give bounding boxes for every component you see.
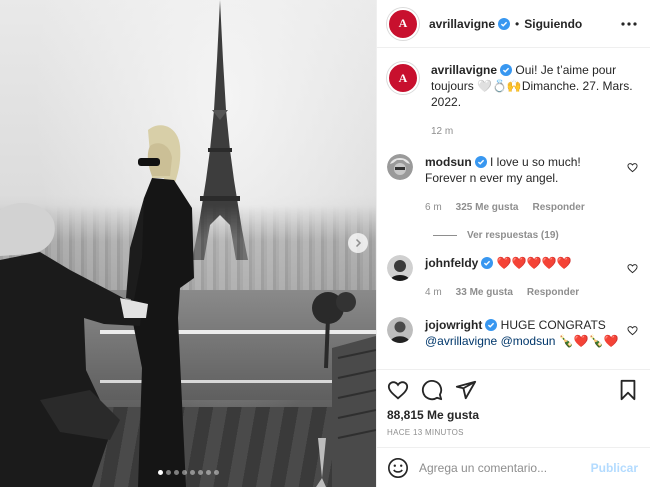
verified-badge-icon xyxy=(485,319,498,331)
reply-button[interactable]: Responder xyxy=(527,285,579,301)
comment-composer: Publicar xyxy=(377,447,650,487)
comment-like-icon[interactable] xyxy=(627,162,638,173)
verified-badge-icon xyxy=(498,17,511,30)
caption-author-avatar[interactable]: A xyxy=(387,62,419,94)
carousel-dot xyxy=(189,470,195,475)
post-time: HACE 13 MINUTOS xyxy=(387,428,464,437)
post-dialog: A avrillavigne • Siguiendo A avrillavign… xyxy=(0,0,650,487)
post-header: A avrillavigne • Siguiendo xyxy=(377,0,650,48)
replies-line xyxy=(433,235,457,236)
johnfeldy-avatar[interactable] xyxy=(387,255,413,281)
post-side-panel: A avrillavigne • Siguiendo A avrillavign… xyxy=(376,0,650,487)
view-replies-label: Ver respuestas (19) xyxy=(467,230,559,241)
comment-body: modsun I love u so much! Forever n ever … xyxy=(425,154,638,216)
view-replies-button[interactable]: Ver respuestas (19) xyxy=(433,230,638,241)
mention-link[interactable]: @modsun xyxy=(501,334,556,348)
caption-meta: 12 m xyxy=(431,124,638,140)
comment-likes[interactable]: 33 Me gusta xyxy=(456,285,513,301)
share-icon[interactable] xyxy=(455,379,477,401)
comment-item: jojowright HUGE CONGRATS @avrillavigne @… xyxy=(387,317,638,349)
comment-meta: 4 m 33 Me gusta Responder xyxy=(425,285,622,301)
post-photo[interactable] xyxy=(0,0,376,487)
verified-badge-icon xyxy=(500,64,513,76)
bookmark-icon[interactable] xyxy=(618,379,638,401)
carousel-dot xyxy=(173,470,179,475)
post-actions: 88,815 Me gusta HACE 13 MINUTOS xyxy=(377,369,650,447)
comment-username[interactable]: johnfeldy xyxy=(425,256,478,270)
avril-logo-icon: A xyxy=(398,16,408,30)
more-options-icon[interactable] xyxy=(620,21,638,27)
carousel-indicator xyxy=(0,470,376,475)
author-username[interactable]: avrillavigne xyxy=(429,17,495,31)
post-caption: A avrillavigne Oui! Je t’aime pour toujo… xyxy=(387,62,638,140)
comment-time[interactable]: 4 m xyxy=(425,285,442,301)
kneeling-man xyxy=(0,202,148,487)
comment-input[interactable] xyxy=(419,460,591,475)
caption-username[interactable]: avrillavigne xyxy=(431,63,497,77)
publish-button[interactable]: Publicar xyxy=(591,461,638,475)
verified-badge-icon xyxy=(481,257,494,269)
caption-time[interactable]: 12 m xyxy=(431,124,453,140)
comment-body: johnfeldy ❤️❤️❤️❤️❤️ 4 m 33 Me gusta Res… xyxy=(425,255,638,301)
chevron-right-icon xyxy=(355,238,362,248)
carousel-dot xyxy=(205,470,211,475)
author-info: avrillavigne • Siguiendo xyxy=(429,17,582,31)
follow-button[interactable]: Siguiendo xyxy=(524,17,582,31)
comment-body: jojowright HUGE CONGRATS @avrillavigne @… xyxy=(425,317,638,349)
potted-plant xyxy=(312,292,376,487)
caption-body: avrillavigne Oui! Je t’aime pour toujour… xyxy=(431,62,638,140)
modsun-avatar[interactable] xyxy=(387,154,413,180)
comment-text: HUGE CONGRATS xyxy=(500,318,606,332)
heart-icon[interactable] xyxy=(387,379,409,401)
next-photo-button[interactable] xyxy=(348,233,368,253)
carousel-dot xyxy=(213,470,219,475)
comment-text: ❤️❤️❤️❤️❤️ xyxy=(496,256,572,270)
avril-logo-icon: A xyxy=(398,70,408,85)
comment-likes[interactable]: 325 Me gusta xyxy=(456,200,519,216)
separator: • xyxy=(515,16,520,31)
comment-username[interactable]: jojowright xyxy=(425,318,482,332)
comment-item: modsun I love u so much! Forever n ever … xyxy=(387,154,638,216)
carousel-dot xyxy=(165,470,171,475)
likes-count[interactable]: 88,815 Me gusta xyxy=(387,408,638,422)
mention-link[interactable]: @avrillavigne xyxy=(425,334,497,348)
comment-time[interactable]: 6 m xyxy=(425,200,442,216)
comments-list[interactable]: A avrillavigne Oui! Je t’aime pour toujo… xyxy=(377,48,650,369)
comment-like-icon[interactable] xyxy=(627,263,638,274)
comment-item: johnfeldy ❤️❤️❤️❤️❤️ 4 m 33 Me gusta Res… xyxy=(387,255,638,301)
comment-username[interactable]: modsun xyxy=(425,155,472,169)
action-bar xyxy=(387,376,638,404)
comment-emoji: 🍾❤️🍾❤️ xyxy=(558,334,619,348)
comment-icon[interactable] xyxy=(421,379,443,401)
author-avatar[interactable]: A xyxy=(387,7,419,40)
verified-badge-icon xyxy=(474,156,487,168)
comment-like-icon[interactable] xyxy=(627,325,638,336)
reply-button[interactable]: Responder xyxy=(532,200,584,216)
emoji-icon[interactable] xyxy=(387,457,409,479)
comment-meta: 6 m 325 Me gusta Responder xyxy=(425,200,622,216)
carousel-dot xyxy=(181,470,187,475)
carousel-dot xyxy=(197,470,203,475)
carousel-dot xyxy=(157,470,163,475)
jojowright-avatar[interactable] xyxy=(387,317,413,343)
